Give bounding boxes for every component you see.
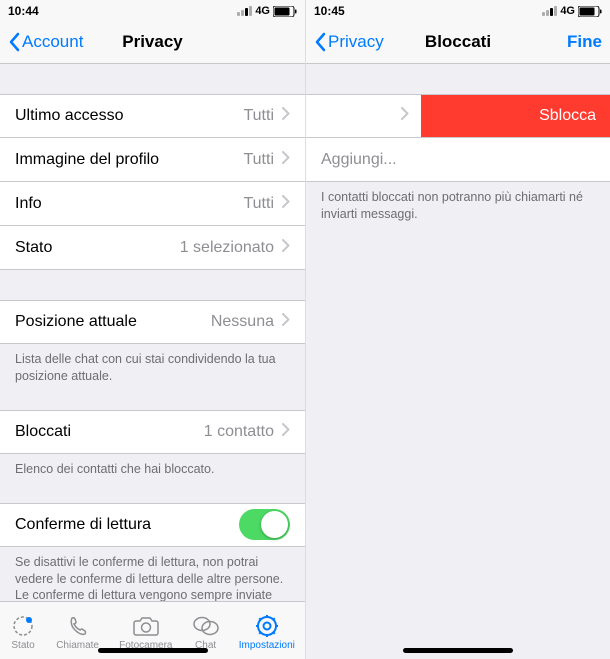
back-label: Privacy xyxy=(328,32,384,52)
back-label: Account xyxy=(22,32,83,52)
row-value: Tutti xyxy=(243,195,274,213)
row-label: Stato xyxy=(15,239,52,257)
tab-label: Impostazioni xyxy=(239,640,295,651)
signal-icon xyxy=(237,6,252,16)
row-info[interactable]: Info Tutti xyxy=(0,182,305,226)
footer-blocked-info: I contatti bloccati non potranno più chi… xyxy=(306,182,610,230)
row-value: 1 selezionato xyxy=(180,239,274,257)
row-label: Ultimo accesso xyxy=(15,107,123,125)
row-label: Info xyxy=(15,195,42,213)
row-live-location[interactable]: Posizione attuale Nessuna xyxy=(0,300,305,344)
contact-cell xyxy=(306,95,421,137)
unblock-button[interactable]: Sblocca xyxy=(421,95,610,137)
row-profile-image[interactable]: Immagine del profilo Tutti xyxy=(0,138,305,182)
signal-icon xyxy=(542,6,557,16)
status-time: 10:44 xyxy=(8,4,39,18)
tab-label: Chiamate xyxy=(56,640,99,651)
row-value: 1 contatto xyxy=(204,423,274,441)
privacy-group: Ultimo accesso Tutti Immagine del profil… xyxy=(0,94,305,270)
battery-icon xyxy=(273,6,297,17)
back-button[interactable]: Account xyxy=(8,32,83,52)
content: Sblocca Aggiungi... I contatti bloccati … xyxy=(306,64,610,659)
row-read-receipts: Conferme di lettura xyxy=(0,503,305,547)
read-receipts-switch[interactable] xyxy=(239,509,290,540)
live-location-group: Posizione attuale Nessuna xyxy=(0,300,305,344)
privacy-screen: 10:44 4G Account Privacy Ultimo accesso … xyxy=(0,0,305,659)
row-label: Posizione attuale xyxy=(15,313,137,331)
chat-icon xyxy=(193,613,219,639)
network-label: 4G xyxy=(255,5,270,17)
row-last-access[interactable]: Ultimo accesso Tutti xyxy=(0,94,305,138)
row-value: Tutti xyxy=(243,151,274,169)
row-label: Bloccati xyxy=(15,423,71,441)
nav-bar: Privacy Bloccati Fine xyxy=(306,20,610,64)
tab-chat[interactable]: Chat xyxy=(193,613,219,651)
gear-icon xyxy=(254,613,280,639)
chevron-right-icon xyxy=(282,313,290,331)
read-receipts-group: Conferme di lettura xyxy=(0,503,305,547)
camera-icon xyxy=(133,613,159,639)
status-icon xyxy=(10,613,36,639)
status-bar: 10:45 4G xyxy=(306,0,610,20)
row-value: Nessuna xyxy=(211,313,274,331)
status-bar: 10:44 4G xyxy=(0,0,305,20)
tab-settings[interactable]: Impostazioni xyxy=(239,613,295,651)
chevron-left-icon xyxy=(8,32,20,52)
content: Ultimo accesso Tutti Immagine del profil… xyxy=(0,64,305,601)
add-contact-row[interactable]: Aggiungi... xyxy=(306,138,610,182)
network-label: 4G xyxy=(560,5,575,17)
chevron-right-icon xyxy=(282,239,290,257)
footer-read-receipts: Se disattivi le conferme di lettura, non… xyxy=(0,547,305,601)
nav-bar: Account Privacy xyxy=(0,20,305,64)
footer-blocked: Elenco dei contatti che hai bloccato. xyxy=(0,454,305,485)
chevron-right-icon xyxy=(282,107,290,125)
chevron-left-icon xyxy=(314,32,326,52)
footer-live-location: Lista delle chat con cui stai condividen… xyxy=(0,344,305,392)
blocked-screen: 10:45 4G Privacy Bloccati Fine Sblocca A… xyxy=(305,0,610,659)
blocked-group: Bloccati 1 contatto xyxy=(0,410,305,454)
row-value: Tutti xyxy=(243,107,274,125)
row-label: Conferme di lettura xyxy=(15,516,151,534)
home-indicator[interactable] xyxy=(98,648,208,653)
done-button[interactable]: Fine xyxy=(567,32,602,52)
chevron-right-icon xyxy=(282,151,290,169)
status-indicators: 4G xyxy=(542,5,602,17)
tab-calls[interactable]: Chiamate xyxy=(56,613,99,651)
row-blocked[interactable]: Bloccati 1 contatto xyxy=(0,410,305,454)
blocked-list: Sblocca Aggiungi... xyxy=(306,94,610,182)
chevron-right-icon xyxy=(401,107,409,125)
status-time: 10:45 xyxy=(314,4,345,18)
back-button[interactable]: Privacy xyxy=(314,32,384,52)
tab-camera[interactable]: Fotocamera xyxy=(119,613,172,651)
tab-status[interactable]: Stato xyxy=(10,613,36,651)
home-indicator[interactable] xyxy=(403,648,513,653)
chevron-right-icon xyxy=(282,195,290,213)
phone-icon xyxy=(65,613,91,639)
blocked-contact-row[interactable]: Sblocca xyxy=(306,94,610,138)
chevron-right-icon xyxy=(282,423,290,441)
tab-label: Stato xyxy=(11,640,34,651)
row-status[interactable]: Stato 1 selezionato xyxy=(0,226,305,270)
row-label: Immagine del profilo xyxy=(15,151,159,169)
battery-icon xyxy=(578,6,602,17)
status-indicators: 4G xyxy=(237,5,297,17)
